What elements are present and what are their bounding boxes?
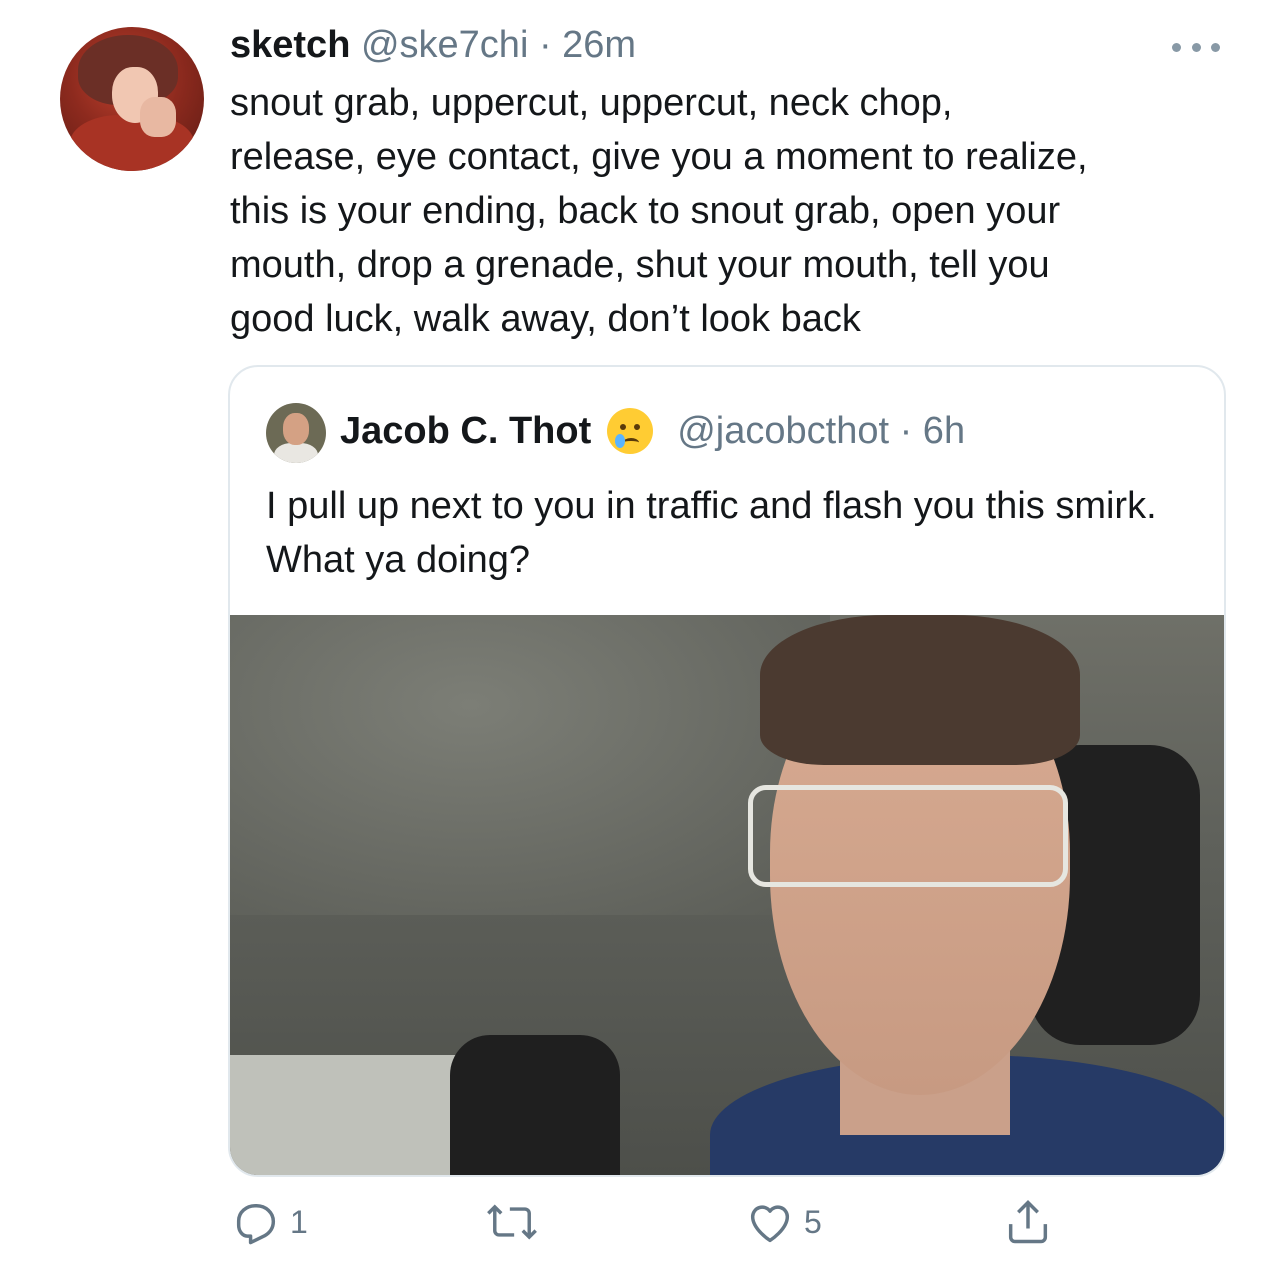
tweet-text: snout grab, uppercut, uppercut, neck cho… [230,82,1088,340]
share-button[interactable] [1002,1196,1054,1248]
author-handle-time[interactable]: @ske7chi · 26m [361,24,636,66]
like-button[interactable]: 5 [744,1196,822,1248]
author-name[interactable]: sketch [230,24,350,66]
quoted-tweet-photo[interactable] [230,615,1224,1175]
quoted-author-handle-time: @jacobcthot · 6h [677,410,966,452]
quoted-author-name: Jacob C. Thot [340,410,592,452]
more-options-icon[interactable] [1172,40,1220,54]
heart-icon [744,1196,796,1248]
reply-count: 1 [290,1203,308,1240]
retweet-icon [484,1196,540,1248]
share-icon [1002,1196,1054,1248]
reply-icon [230,1196,282,1248]
retweet-button[interactable] [484,1196,540,1248]
quoted-tweet[interactable]: Jacob C. Thot @jacobcthot · 6h I pull up… [228,365,1226,1177]
tweet-header: sketch @ske7chi · 26m [230,22,636,68]
like-count: 5 [804,1203,822,1240]
reply-button[interactable]: 1 [230,1196,308,1248]
author-avatar[interactable] [60,27,204,171]
crying-face-emoji-icon [607,408,654,454]
quoted-author-avatar[interactable] [266,403,326,463]
quoted-tweet-header: Jacob C. Thot @jacobcthot · 6h [340,405,965,457]
quoted-tweet-text: I pull up next to you in traffic and fla… [266,485,1157,581]
tweet-actions: 1 5 [0,1196,1284,1256]
tweet[interactable]: sketch @ske7chi · 26m snout grab, upperc… [0,0,1284,1282]
